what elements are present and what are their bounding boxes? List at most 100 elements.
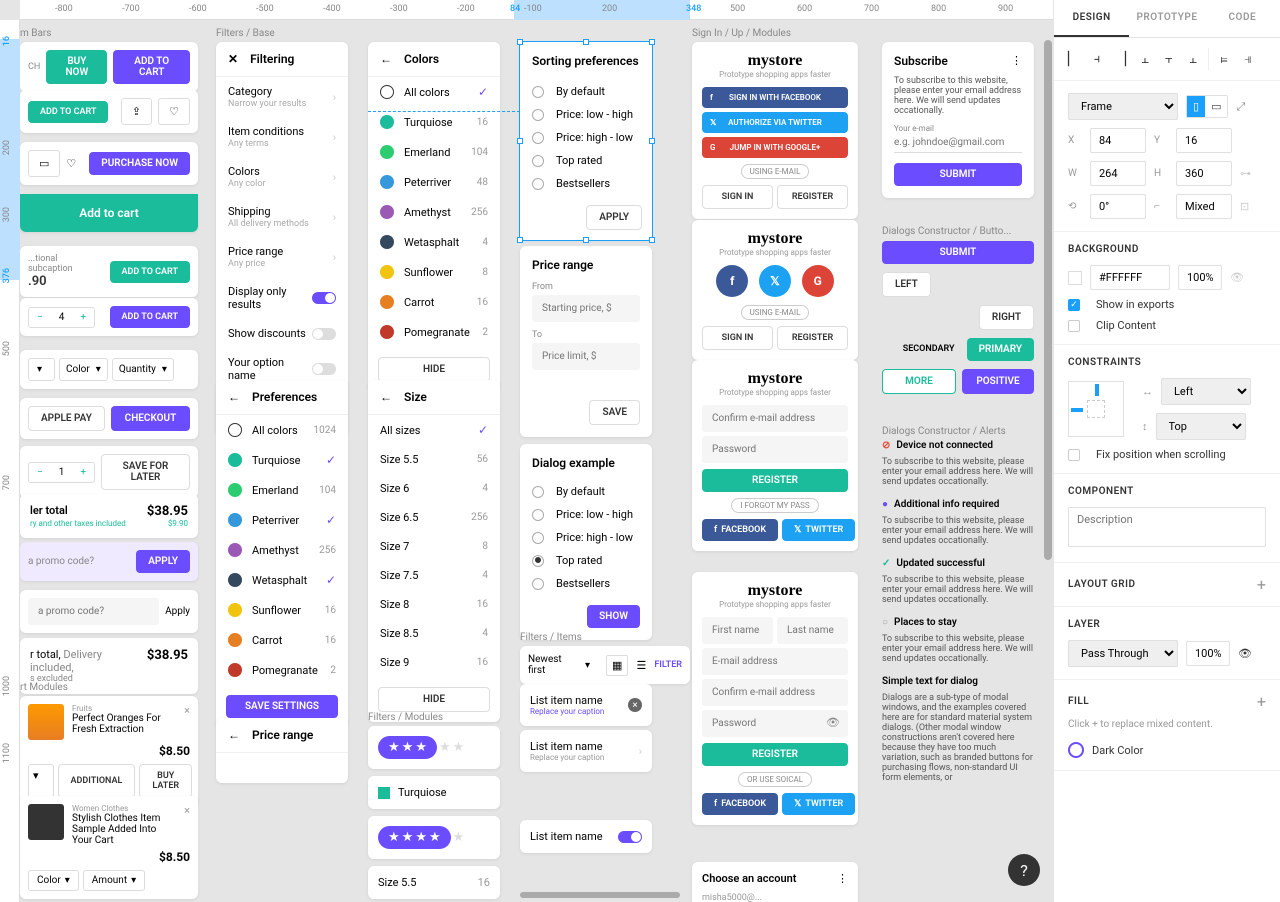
tab-design[interactable]: DESIGN xyxy=(1054,0,1129,37)
eye-icon[interactable]: 👁 xyxy=(826,716,840,729)
size-row[interactable]: Size 6.5256 xyxy=(368,503,500,532)
sort-select[interactable]: Newest first▾ xyxy=(528,654,590,676)
back-icon[interactable]: ← xyxy=(380,52,392,66)
color-row[interactable]: Carrot16 xyxy=(216,625,348,655)
last-name-input[interactable] xyxy=(777,617,848,644)
color-row[interactable]: Amethyst256 xyxy=(368,197,500,227)
bg-swatch[interactable] xyxy=(1068,271,1082,285)
hide-button[interactable]: HIDE xyxy=(378,357,490,382)
color-select[interactable]: Color▾ xyxy=(59,358,108,381)
more-icon[interactable]: ⋮ xyxy=(1011,54,1022,68)
align-left-icon[interactable]: ▏ xyxy=(1062,48,1084,70)
align-bottom-icon[interactable]: ⫠ xyxy=(1182,48,1204,70)
close-icon[interactable]: ✕ xyxy=(228,52,238,66)
dialog-option[interactable]: Top rated xyxy=(532,549,640,572)
clip-content-checkbox[interactable] xyxy=(1068,320,1080,332)
radius-input[interactable] xyxy=(1176,194,1232,219)
heart-icon[interactable]: ♡ xyxy=(158,98,190,125)
color-row[interactable]: Emerland104 xyxy=(368,137,500,167)
color-row[interactable]: Sunflower16 xyxy=(216,595,348,625)
size-row[interactable]: Size 8.54 xyxy=(368,619,500,648)
description-input[interactable] xyxy=(1068,507,1266,547)
color-row[interactable]: All colors✓ xyxy=(368,77,500,107)
register-button[interactable]: REGISTER xyxy=(777,326,848,350)
h-input[interactable] xyxy=(1176,161,1232,186)
twitter-icon[interactable]: 𝕏 xyxy=(759,265,791,297)
layer-opacity-input[interactable] xyxy=(1186,641,1230,666)
color-row[interactable]: Emerland104 xyxy=(216,475,348,505)
dialog-option[interactable]: Bestsellers xyxy=(532,572,640,595)
size-row[interactable]: All sizes✓ xyxy=(368,415,500,445)
additional-button[interactable]: ADDITIONAL xyxy=(58,764,136,798)
checkout-button[interactable]: CHECKOUT xyxy=(111,406,190,431)
tab-code[interactable]: CODE xyxy=(1205,0,1280,37)
filter-row[interactable]: ColorsAny color› xyxy=(216,157,348,197)
save-button[interactable]: SAVE xyxy=(589,400,640,425)
more-button[interactable]: MORE xyxy=(882,369,956,394)
link-wh-icon[interactable]: ⊶ xyxy=(1240,167,1251,180)
filter-row[interactable]: ShippingAll delivery methods› xyxy=(216,197,348,237)
close-icon[interactable]: × xyxy=(184,804,190,846)
hide-button[interactable]: HIDE xyxy=(378,687,490,712)
google-button[interactable]: GJUMP IN WITH GOOGLE+ xyxy=(702,137,848,158)
size-row[interactable]: Size 5.556 xyxy=(368,445,500,474)
more-icon[interactable]: ⋮ xyxy=(837,872,848,885)
v-constraint-select[interactable]: Top xyxy=(1156,413,1246,440)
toggle[interactable] xyxy=(312,292,336,304)
grid-view-icon[interactable]: ▦ xyxy=(606,655,628,676)
bg-color-input[interactable] xyxy=(1090,265,1170,290)
add-icon[interactable]: + xyxy=(1257,692,1266,711)
color-row[interactable]: Carrot16 xyxy=(368,287,500,317)
email-input[interactable] xyxy=(894,133,1022,153)
y-input[interactable] xyxy=(1176,128,1232,153)
first-name-input[interactable] xyxy=(702,617,773,644)
size-select[interactable]: ▾ xyxy=(28,358,55,381)
twitter-button[interactable]: 𝕏AUTHORIZE VIA TWITTER xyxy=(702,112,848,133)
color-row[interactable]: All colors1024 xyxy=(216,415,348,445)
apply-link[interactable]: Apply xyxy=(165,606,190,617)
password-input[interactable] xyxy=(702,436,848,463)
color-style-icon[interactable] xyxy=(1068,742,1084,758)
align-center-h-icon[interactable]: ⫞ xyxy=(1086,48,1108,70)
dialog-option[interactable]: Price: high - low xyxy=(532,526,640,549)
left-button[interactable]: LEFT xyxy=(882,272,931,297)
list-item-2[interactable]: List item nameReplace your caption › xyxy=(520,730,652,772)
add-to-cart-button[interactable]: ADD TO CART xyxy=(28,101,108,123)
color-row[interactable]: Pomegranate2 xyxy=(368,317,500,347)
price-to-input[interactable] xyxy=(532,343,640,370)
eye-icon[interactable]: 👁 xyxy=(1230,271,1244,284)
heart-icon[interactable]: ♡ xyxy=(66,157,76,170)
purchase-now-button[interactable]: PURCHASE NOW xyxy=(89,152,190,175)
help-button[interactable]: ? xyxy=(1008,854,1040,886)
scrollbar[interactable] xyxy=(1043,20,1053,902)
align-top-icon[interactable]: ⫠ xyxy=(1134,48,1156,70)
landscape-icon[interactable]: ▭ xyxy=(1205,96,1227,117)
qty-select[interactable]: Quantity▾ xyxy=(112,358,174,381)
qty-select[interactable]: ▾ xyxy=(28,764,54,798)
primary-button[interactable]: PRIMARY xyxy=(967,338,1034,361)
align-right-icon[interactable]: ▕ xyxy=(1110,48,1132,70)
promo-input[interactable] xyxy=(28,598,159,625)
size-row[interactable]: Size 64 xyxy=(368,474,500,503)
frame-type-select[interactable]: Frame xyxy=(1068,93,1178,120)
buy-now-button[interactable]: BUY NOW xyxy=(46,50,107,84)
color-row[interactable]: Wetasphalt✓ xyxy=(216,565,348,595)
distribute-v-icon[interactable]: ⫣ xyxy=(1237,48,1259,70)
filter-row[interactable]: CategoryNarrow your results› xyxy=(216,77,348,117)
size-row[interactable]: Size 916 xyxy=(368,648,500,677)
submit-button[interactable]: SUBMIT xyxy=(894,163,1022,186)
fix-position-checkbox[interactable] xyxy=(1068,449,1080,461)
secondary-link[interactable]: SECONDARY xyxy=(897,338,961,361)
filter-link[interactable]: FILTER xyxy=(654,660,682,670)
filter-row[interactable]: Item conditionsAny terms› xyxy=(216,117,348,157)
canvas[interactable]: m Bars CH BUY NOW ADD TO CART ADD TO CAR… xyxy=(20,20,1053,902)
rotation-input[interactable] xyxy=(1090,194,1146,219)
corners-icon[interactable]: ⊡ xyxy=(1240,200,1249,213)
list-item-3[interactable]: List item name xyxy=(520,820,652,853)
right-button[interactable]: RIGHT xyxy=(979,305,1034,330)
x-input[interactable] xyxy=(1090,128,1146,153)
blend-mode-select[interactable]: Pass Through xyxy=(1068,640,1178,667)
twitter-button[interactable]: 𝕏TWITTER xyxy=(782,519,855,541)
add-to-cart-button[interactable]: ADD TO CART xyxy=(113,50,190,84)
add-to-cart-button[interactable]: ADD TO CART xyxy=(110,306,190,328)
